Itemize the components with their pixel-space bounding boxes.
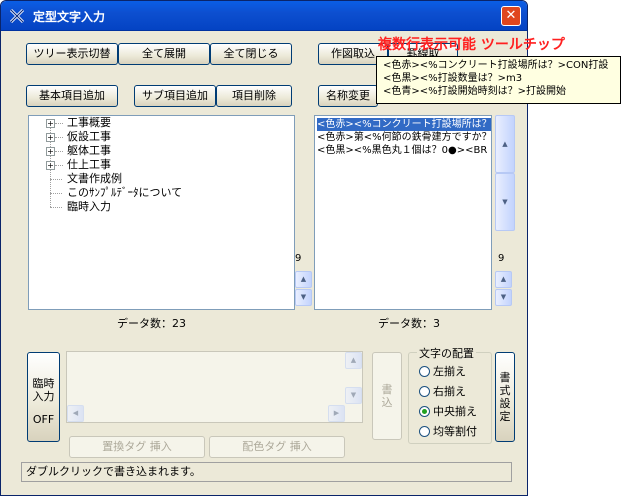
tree-item[interactable]: 文書作成例 (67, 172, 122, 186)
close-button[interactable]: ✕ (501, 6, 521, 26)
status-bar: ダブルクリックで書き込まれます。 (21, 462, 512, 482)
temp-input-label: 臨時入力 (32, 377, 55, 403)
list-item[interactable]: <色赤>第<%何節の鉄骨建方ですか？> (317, 131, 491, 144)
window-title: 定型文字入力 (33, 10, 106, 24)
write-button[interactable]: 書込 (372, 352, 402, 440)
expand-icon[interactable]: + (46, 161, 55, 170)
tree-item[interactable]: 仕上工事 (67, 158, 111, 172)
template-list[interactable]: <色赤><%コンクリート打設場所は？>CON打設 <色赤>第<%何節の鉄骨建方で… (314, 115, 492, 310)
tree-item[interactable]: 工事概要 (67, 116, 111, 130)
expand-all-button[interactable]: 全て展開 (118, 43, 210, 65)
format-settings-label: 書式設定 (499, 371, 511, 423)
collapse-all-button[interactable]: 全て閉じる (210, 43, 292, 65)
scroll-up-arrow-icon[interactable]: ▲ (295, 271, 312, 288)
expand-icon[interactable]: + (46, 147, 55, 156)
add-basic-item-button[interactable]: 基本項目追加 (26, 85, 118, 107)
tooltip-callout: 複数行表示可能 ツールチップ (378, 37, 565, 53)
title-bar[interactable]: 定型文字入力 ✕ (1, 1, 527, 31)
add-sub-item-button[interactable]: サブ項目追加 (134, 85, 216, 107)
list-data-count: データ数：3 (378, 317, 440, 330)
scroll-down-arrow-icon[interactable]: ▼ (295, 289, 312, 306)
expand-icon[interactable]: + (46, 119, 55, 128)
scroll-down-arrow-icon[interactable]: ▼ (345, 387, 362, 404)
align-justify-radio[interactable]: 均等割付 (419, 425, 477, 439)
scroll-up-arrow-icon[interactable]: ▲ (345, 352, 362, 369)
insert-color-tag-button[interactable]: 配色タグ 挿入 (209, 436, 345, 458)
temp-text-area[interactable]: ▲ ▼ ◀ ▶ (66, 351, 363, 423)
alignment-group: 文字の配置 左揃え 右揃え 中央揃え 均等割付 (408, 345, 492, 444)
alignment-group-title: 文字の配置 (417, 345, 476, 361)
list-item[interactable]: <色赤><%コンクリート打設場所は？>CON打設 (317, 118, 491, 131)
scroll-left-arrow-icon[interactable]: ◀ (67, 405, 84, 422)
write-button-label: 書込 (381, 383, 393, 409)
delete-item-button[interactable]: 項目削除 (216, 85, 292, 107)
tree-data-count: データ数：23 (117, 317, 186, 330)
rename-button[interactable]: 名称変更 (318, 85, 378, 107)
app-icon (9, 8, 25, 24)
insert-replace-tag-button[interactable]: 置換タグ 挿入 (69, 436, 205, 458)
format-settings-button[interactable]: 書式設定 (495, 352, 515, 442)
tree-scroll-indicator: 9 (295, 253, 302, 264)
tooltip: <色赤><%コンクリート打設場所は？>CON打設 <色黒><%打設数量は？>m3… (376, 56, 621, 104)
align-left-radio[interactable]: 左揃え (419, 365, 466, 379)
tree-item[interactable]: 仮設工事 (67, 130, 111, 144)
list-scroll-indicator: 9 (498, 253, 505, 264)
tree-toggle-button[interactable]: ツリー表示切替 (26, 43, 118, 65)
tree-item[interactable]: 臨時入力 (67, 200, 111, 214)
list-scroll-down-icon[interactable]: ▼ (495, 173, 515, 231)
expand-icon[interactable]: + (46, 133, 55, 142)
tree-item[interactable]: このｻﾝﾌﾟﾙﾃﾞｰﾀについて (67, 186, 182, 200)
align-right-radio[interactable]: 右揃え (419, 385, 466, 399)
tooltip-line: <色黒><%打設数量は？>m3 (383, 73, 523, 84)
tree-item[interactable]: 躯体工事 (67, 144, 111, 158)
category-tree[interactable]: + 工事概要 + 仮設工事 + 躯体工事 + 仕上工事 文書作成例 このｻﾝﾌﾟ… (28, 115, 295, 310)
list-scroll-up-icon[interactable]: ▲ (495, 115, 515, 173)
temp-input-toggle[interactable]: 臨時入力 OFF (27, 352, 60, 442)
tooltip-line: <色青><%打設開始時刻は？>打設開始 (383, 86, 567, 97)
scroll-right-arrow-icon[interactable]: ▶ (328, 405, 345, 422)
scroll-up-arrow-icon[interactable]: ▲ (495, 271, 512, 288)
list-item[interactable]: <色黒><%黒色丸１個は？0●><BR (317, 144, 491, 157)
align-center-radio[interactable]: 中央揃え (419, 405, 477, 419)
tooltip-line: <色赤><%コンクリート打設場所は？>CON打設 (383, 60, 609, 71)
temp-input-state: OFF (32, 413, 55, 426)
scroll-down-arrow-icon[interactable]: ▼ (495, 289, 512, 306)
